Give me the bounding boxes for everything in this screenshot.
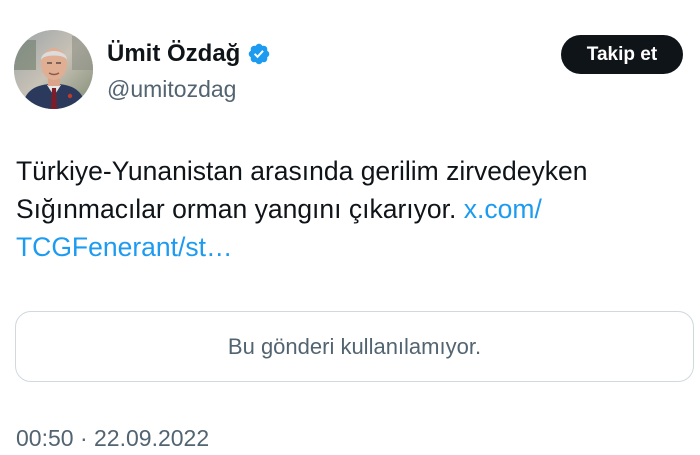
avatar[interactable] xyxy=(14,30,93,109)
tweet-text-line-1: Türkiye-Yunanistan arasında gerilim zirv… xyxy=(16,156,588,186)
author-handle[interactable]: @umitozdag xyxy=(107,73,236,105)
tweet-date: 22.09.2022 xyxy=(94,425,210,451)
meta-separator: · xyxy=(79,425,88,451)
tweet-timestamp[interactable]: 00:50 · 22.09.2022 xyxy=(16,421,209,455)
author-name-row: Ümit Özdağ xyxy=(107,36,271,72)
quoted-post-card[interactable]: Bu gönderi kullanılamıyor. xyxy=(15,311,694,382)
tweet-time: 00:50 xyxy=(16,425,74,451)
verified-badge-icon[interactable] xyxy=(247,42,271,66)
follow-button[interactable]: Takip et xyxy=(561,35,683,74)
tweet-text: Türkiye-Yunanistan arasında gerilim zirv… xyxy=(16,152,686,266)
tweet-text-line-2: Sığınmacılar orman yangını çıkarıyor. xyxy=(16,194,457,224)
author-display-name[interactable]: Ümit Özdağ xyxy=(107,36,240,72)
unavailable-message: Bu gönderi kullanılamıyor. xyxy=(227,333,482,359)
avatar-photo xyxy=(14,30,93,109)
tweet-link-part-1: x.com/ xyxy=(463,194,542,224)
tweet-link-part-2: TCGFenerant/st… xyxy=(16,232,233,262)
